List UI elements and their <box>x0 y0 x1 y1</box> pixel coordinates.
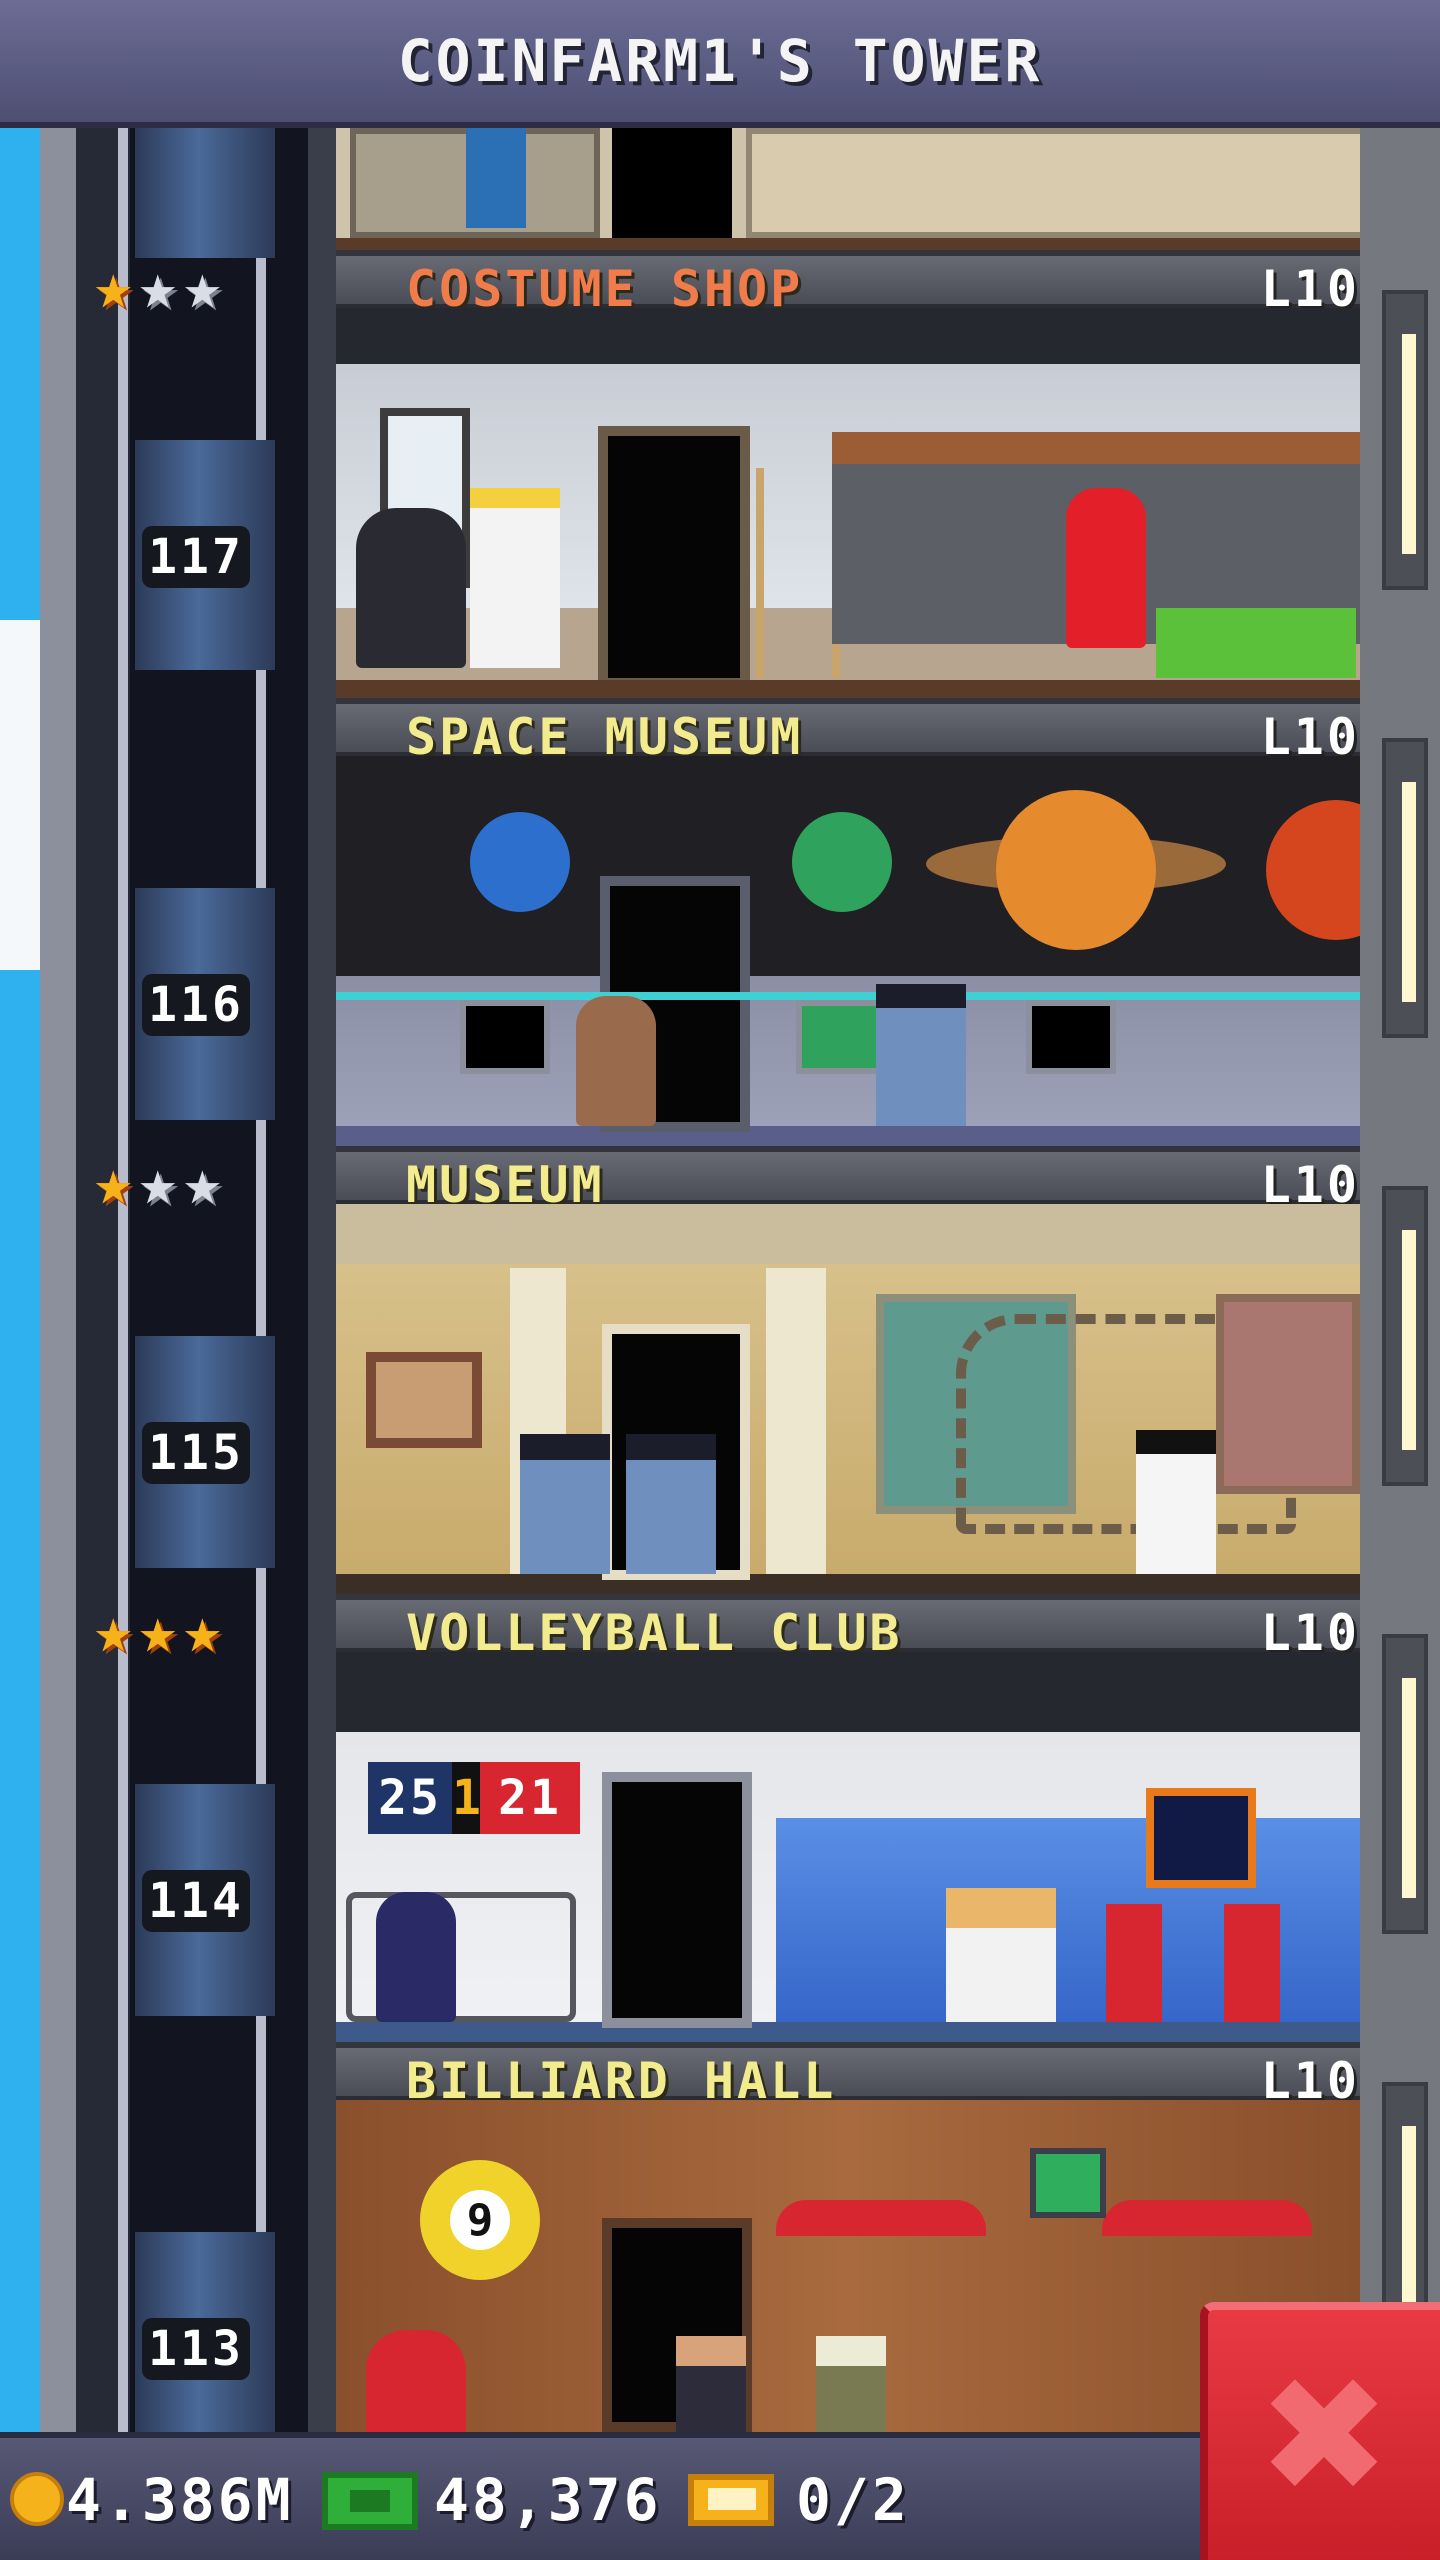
sky-background <box>0 128 40 2432</box>
score-home: 25 <box>378 1770 442 1826</box>
tower-bux-icon <box>322 2472 418 2530</box>
facade-window <box>1382 1186 1428 1486</box>
bitizen-king <box>470 488 560 668</box>
billiard-ball-number: 9 <box>450 2190 510 2250</box>
floor-door <box>602 1772 752 2028</box>
coin-icon <box>10 2472 64 2526</box>
tower-title: COINFARM1'S TOWER <box>397 27 1043 95</box>
hat-rack <box>756 468 840 678</box>
close-icon: ✖ <box>1256 2341 1392 2529</box>
star-icon: ★ <box>138 1594 178 1668</box>
score-away: 21 <box>480 1762 580 1834</box>
pool-table-lamp <box>1102 2200 1312 2236</box>
net-post <box>1224 1904 1280 2022</box>
floor-number: 114 <box>142 1870 250 1932</box>
bitizen-guard <box>626 1434 716 1574</box>
floor-number: 117 <box>142 526 250 588</box>
space-screen <box>1026 1000 1116 1074</box>
floor-door <box>612 128 732 238</box>
tv-screen <box>1030 2148 1106 2218</box>
star-icon: ★ <box>183 1146 222 1220</box>
floor-label-volleyball-club[interactable]: VOLLEYBALL CLUB L10 <box>336 1594 1360 1662</box>
tickets-value: 0/2 <box>796 2466 910 2534</box>
cloud <box>0 620 40 970</box>
floor-base <box>336 680 1360 698</box>
net-post <box>1106 1904 1162 2022</box>
floor-base <box>336 238 1360 250</box>
planet-green <box>792 812 892 912</box>
planet-red <box>1266 800 1360 940</box>
coins-value: 4.386M <box>66 2466 294 2534</box>
floor-costume-shop[interactable] <box>336 308 1360 698</box>
vip-ticket-icon <box>688 2474 774 2526</box>
bitizen-guard <box>876 984 966 1126</box>
facade-window <box>1382 290 1428 590</box>
planet-blue <box>470 812 570 912</box>
painting <box>366 1352 482 1448</box>
floor-label-museum[interactable]: MUSEUM L10 <box>336 1146 1360 1214</box>
star-icon: ★ <box>94 250 133 324</box>
floor-door <box>598 426 750 688</box>
floor-museum[interactable] <box>336 1204 1360 1594</box>
column <box>766 1268 826 1574</box>
star-icon: ★ <box>138 1146 178 1220</box>
star-icon: ★ <box>94 1146 133 1220</box>
bitizen-cheerleader <box>946 1888 1056 2022</box>
bitizen-player <box>676 2336 746 2432</box>
jukebox <box>366 2330 466 2432</box>
floor-space-museum[interactable] <box>336 756 1360 1146</box>
score-set: 1 <box>452 1762 481 1834</box>
museum-stars: ★ ★ ★ <box>94 1150 222 1216</box>
bux-value: 48,376 <box>434 2466 662 2534</box>
close-button[interactable]: ✖ <box>1200 2302 1440 2560</box>
space-screen <box>796 1000 886 1074</box>
floor-118-partial[interactable] <box>336 128 1360 250</box>
floor-label-costume-shop[interactable]: COSTUME SHOP L10 <box>336 250 1360 318</box>
counter-green <box>1156 608 1356 678</box>
floor-label-space-museum[interactable]: SPACE MUSEUM L10 <box>336 698 1360 766</box>
star-icon: ★ <box>183 250 222 324</box>
floor-number: 116 <box>142 974 250 1036</box>
bitizen-player <box>376 1892 456 2022</box>
clothes-rail <box>832 432 1360 464</box>
star-icon: ★ <box>94 1594 133 1668</box>
exhibit-panel <box>1216 1294 1360 1494</box>
shop-counter <box>746 128 1360 238</box>
floor-volleyball-club[interactable]: 25 1 21 <box>336 1652 1360 2042</box>
elevator-car-top <box>135 128 275 258</box>
floor-label-billiard-hall[interactable]: BILLIARD HALL L10 <box>336 2042 1360 2110</box>
bitizen-mime <box>1136 1430 1216 1574</box>
star-icon: ★ <box>183 1594 222 1668</box>
scoreboard: 25 1 21 <box>368 1762 580 1834</box>
elevator-cable-left <box>118 128 128 2432</box>
bitizen-player <box>816 2336 886 2432</box>
volleyball-net <box>1146 1788 1256 1888</box>
display-rail <box>336 992 1360 1000</box>
floor-number: 115 <box>142 1422 250 1484</box>
planet-saturn <box>996 790 1156 950</box>
tower-title-bar: COINFARM1'S TOWER <box>0 0 1440 128</box>
bitizen-guard <box>520 1434 610 1574</box>
bitizen-police <box>356 508 466 668</box>
bitizen-red-ranger <box>1066 488 1146 648</box>
shopkeeper <box>466 128 526 228</box>
bitizen-visitor <box>576 996 656 1126</box>
space-screen <box>460 1000 550 1074</box>
pool-table-lamp <box>776 2200 986 2236</box>
costume-shop-stars: ★ ★ ★ <box>94 254 222 320</box>
billiard-ball-sign: 9 <box>420 2160 540 2280</box>
volleyball-club-stars: ★ ★ ★ <box>94 1598 222 1664</box>
facade-window <box>1382 1634 1428 1934</box>
facade-window <box>1382 738 1428 1038</box>
floor-number: 113 <box>142 2318 250 2380</box>
star-icon: ★ <box>138 250 178 324</box>
